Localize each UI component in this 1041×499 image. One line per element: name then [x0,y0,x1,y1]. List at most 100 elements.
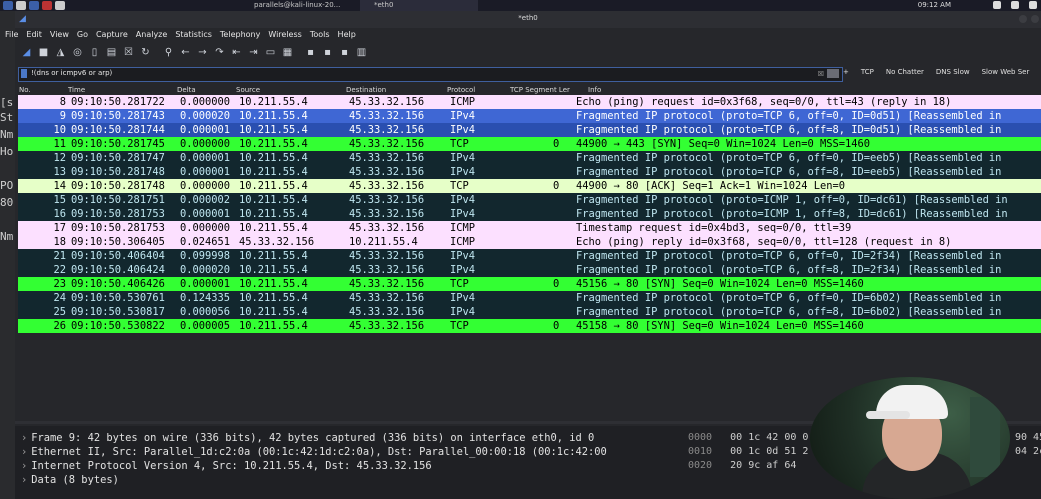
menu-analyze[interactable]: Analyze [132,29,172,41]
open-icon[interactable]: ▯ [89,47,100,58]
first-icon[interactable]: ⇤ [231,47,242,58]
shark-fin-icon[interactable]: ◢ [21,47,32,58]
close-button[interactable] [1031,15,1039,23]
packet-row[interactable]: 25 09:10:50.530817 0.000056 10.211.55.4 45.3… [18,305,1041,319]
packet-row[interactable]: 16 09:10:50.281753 0.000001 10.211.55.4 45.3… [18,207,1041,221]
expand-arrow-icon[interactable]: › [21,460,27,472]
files-icon[interactable] [16,1,26,10]
detail-row[interactable]: › Frame 9: 42 bytes on wire (336 bits), 4… [21,432,594,444]
display-filter-input[interactable]: !(dns or icmpv6 or arp) [31,69,112,77]
menu-help[interactable]: Help [334,29,360,41]
col-delta[interactable]: Delta [177,86,196,94]
col-no[interactable]: No. [19,86,31,94]
lock-icon[interactable] [1029,1,1037,9]
app-icon[interactable] [55,1,65,10]
browser-icon[interactable] [42,1,52,10]
packet-row[interactable]: 24 09:10:50.530761 0.124335 10.211.55.4 45.3… [18,291,1041,305]
colorize-icon[interactable]: ▦ [282,47,293,58]
col-info[interactable]: Info [588,86,601,94]
packet-row[interactable]: 17 09:10:50.281753 0.000000 10.211.55.4 45.3… [18,221,1041,235]
expand-arrow-icon[interactable]: › [21,432,27,444]
detail-row[interactable]: › Data (8 bytes) [21,474,119,486]
menu-statistics[interactable]: Statistics [171,29,216,41]
col-time[interactable]: Time [68,86,85,94]
stop-icon[interactable]: ■ [38,47,49,58]
packet-row[interactable]: 11 09:10:50.281745 0.000000 10.211.55.4 45.3… [18,137,1041,151]
packet-row[interactable]: 22 09:10:50.406424 0.000020 10.211.55.4 45.3… [18,263,1041,277]
bytes-offset: 0020 [688,460,713,471]
bytes-row[interactable]: 0000 00 1c 42 00 0 [688,432,808,443]
resize-columns-icon[interactable]: ▥ [356,47,367,58]
packet-cell-proto: IPv4 [450,166,476,178]
zoom-out-icon[interactable]: ▪ [322,47,333,58]
expand-arrow-icon[interactable]: › [21,446,27,458]
back-icon[interactable]: ← [180,47,191,58]
notification-icon[interactable] [993,1,1001,9]
packet-row[interactable]: 15 09:10:50.281751 0.000002 10.211.55.4 45.3… [18,193,1041,207]
minimize-button[interactable] [1019,15,1027,23]
filter-button-slow-web[interactable]: Slow Web Ser [982,68,1030,76]
packet-cell-time: 09:10:50.406404 [71,250,165,262]
packet-cell-dst: 45.33.32.156 [349,138,425,150]
find-icon[interactable]: ⚲ [163,47,174,58]
bookmark-icon[interactable] [21,69,27,78]
packet-row[interactable]: 23 09:10:50.406426 0.000001 10.211.55.4 45.3… [18,277,1041,291]
packet-details[interactable]: › Frame 9: 42 bytes on wire (336 bits), 4… [15,426,680,499]
menu-file[interactable]: File [1,29,22,41]
options-icon[interactable]: ◎ [72,47,83,58]
filter-button-tcp[interactable]: TCP [861,68,874,76]
restart-icon[interactable]: ◮ [55,47,66,58]
bytes-hex: 00 1c 42 00 0 [730,432,809,443]
packet-cell-info: Fragmented IP protocol (proto=TCP 6, off… [576,166,1002,178]
display-filter-bar[interactable]: !(dns or icmpv6 or arp) ☒ [18,67,843,82]
reload-icon[interactable]: ↻ [140,47,151,58]
menu-view[interactable]: View [46,29,73,41]
kali-menu-icon[interactable] [3,1,13,10]
packet-row[interactable]: 21 09:10:50.406404 0.099998 10.211.55.4 45.3… [18,249,1041,263]
detail-row[interactable]: › Internet Protocol Version 4, Src: 10.21… [21,460,432,472]
autoscroll-icon[interactable]: ▭ [265,47,276,58]
packet-row[interactable]: 18 09:10:50.306405 0.024651 45.33.32.156 10.… [18,235,1041,249]
menu-telephony[interactable]: Telephony [216,29,264,41]
col-destination[interactable]: Destination [346,86,386,94]
goto-icon[interactable]: ↷ [214,47,225,58]
power-icon[interactable] [1011,1,1019,9]
save-icon[interactable]: ▤ [106,47,117,58]
taskbar-tab-terminal[interactable]: parallels@kali-linux-20... [240,0,372,11]
packet-row[interactable]: 26 09:10:50.530822 0.000005 10.211.55.4 45.3… [18,319,1041,333]
clear-filter-icon[interactable]: ☒ [818,70,824,78]
detail-row[interactable]: › Ethernet II, Src: Parallel_1d:c2:0a (00… [21,446,607,458]
terminal-launcher-icon[interactable] [29,1,39,10]
expand-arrow-icon[interactable]: › [21,474,27,486]
menu-wireless[interactable]: Wireless [264,29,305,41]
bytes-row[interactable]: 0010 00 1c 0d 51 2 [688,446,808,457]
packet-list[interactable]: 8 09:10:50.281722 0.000000 10.211.55.4 45.33… [18,95,1041,345]
packet-row[interactable]: 12 09:10:50.281747 0.000001 10.211.55.4 45.3… [18,151,1041,165]
filter-button-no-chatter[interactable]: No Chatter [886,68,924,76]
add-filter-button[interactable]: + [843,68,849,76]
packet-cell-dst: 45.33.32.156 [349,292,425,304]
col-source[interactable]: Source [236,86,260,94]
packet-row[interactable]: 14 09:10:50.281748 0.000000 10.211.55.4 45.3… [18,179,1041,193]
filter-button-dns-slow[interactable]: DNS Slow [936,68,970,76]
packet-row[interactable]: 8 09:10:50.281722 0.000000 10.211.55.4 45.33… [18,95,1041,109]
menu-go[interactable]: Go [73,29,92,41]
col-seglen[interactable]: TCP Segment Ler [510,86,570,94]
clock[interactable]: 09:12 AM [918,0,951,11]
packet-row[interactable]: 13 09:10:50.281748 0.000001 10.211.55.4 45.3… [18,165,1041,179]
packet-row[interactable]: 9 09:10:50.281743 0.000020 10.211.55.4 45.33… [18,109,1041,123]
zoom-in-icon[interactable]: ▪ [305,47,316,58]
apply-filter-button[interactable] [827,69,839,78]
last-icon[interactable]: ⇥ [248,47,259,58]
normal-size-icon[interactable]: ▪ [339,47,350,58]
packet-cell-info: Fragmented IP protocol (proto=TCP 6, off… [576,306,1002,318]
forward-icon[interactable]: → [197,47,208,58]
menu-tools[interactable]: Tools [306,29,334,41]
packet-row[interactable]: 10 09:10:50.281744 0.000001 10.211.55.4 45.3… [18,123,1041,137]
taskbar-tab-wireshark[interactable]: *eth0 [360,0,478,11]
menu-capture[interactable]: Capture [92,29,132,41]
close-file-icon[interactable]: ☒ [123,47,134,58]
bytes-row[interactable]: 0020 20 9c af 64 [688,460,796,471]
col-protocol[interactable]: Protocol [447,86,475,94]
menu-edit[interactable]: Edit [22,29,46,41]
